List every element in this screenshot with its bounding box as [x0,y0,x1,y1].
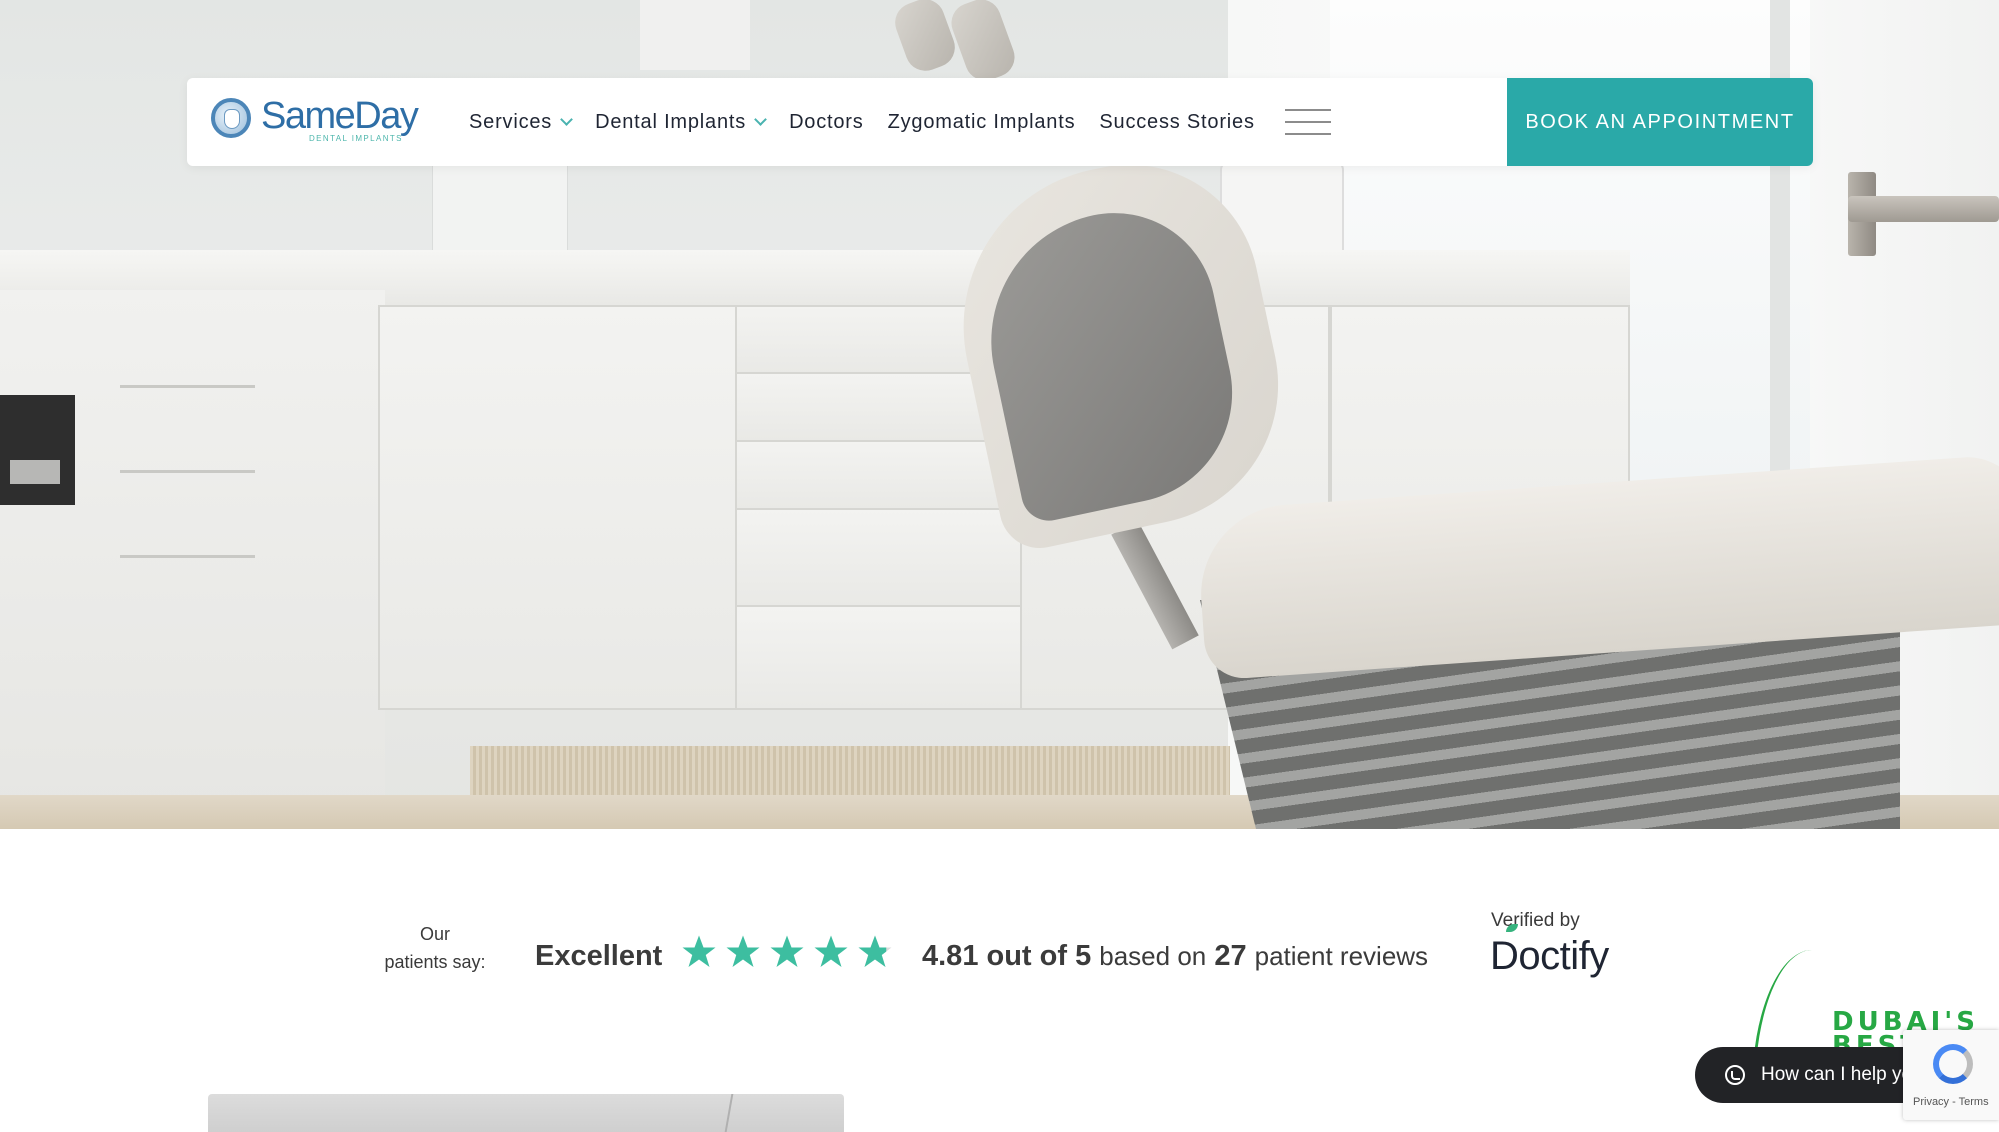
tooth-icon [211,98,251,138]
nav-item-label: Dental Implants [595,110,747,133]
logo-tagline: DENTAL IMPLANTS [309,134,403,143]
star-rating [680,934,900,970]
nav-item-zygomatic-implants[interactable]: Zygomatic Implants [888,111,1076,134]
nav-item-services[interactable]: Services [469,110,573,134]
review-count: 27 [1214,940,1247,972]
nav-item-success-stories[interactable]: Success Stories [1099,111,1254,134]
doctify-logo[interactable]: Doctify [1490,924,1609,979]
star-icon [682,935,716,967]
rating-word: Excellent [535,940,663,972]
book-appointment-button[interactable]: BOOK AN APPOINTMENT [1507,78,1813,166]
star-icon [726,935,760,967]
content-card-image [208,1094,844,1132]
site-header: SameDay DENTAL IMPLANTS Services Dental … [187,78,1813,166]
recaptcha-links[interactable]: Privacy - Terms [1913,1096,1989,1108]
nav-item-dental-implants[interactable]: Dental Implants [595,110,767,134]
nav-item-doctors[interactable]: Doctors [789,111,864,134]
recaptcha-icon [1933,1044,1973,1084]
rating-based-on: based on [1099,941,1207,971]
chevron-down-icon [560,113,573,126]
whatsapp-icon [1725,1065,1745,1085]
logo-wordmark: SameDay [261,95,419,137]
chevron-down-icon [754,113,767,126]
star-icon [814,935,848,967]
nav-item-label: Success Stories [1099,110,1255,133]
nav-item-label: Zygomatic Implants [887,110,1076,133]
review-lead-line2: patients say: [384,952,486,972]
nav-item-label: Services [469,110,553,133]
review-lead: Our patients say: [360,920,510,976]
site-logo[interactable]: SameDay DENTAL IMPLANTS [211,94,421,152]
hamburger-icon[interactable] [1285,109,1331,135]
review-lead-line1: Our [419,924,450,944]
nav-item-label: Doctors [789,110,864,133]
verified-by-label: Verified by [1491,910,1580,931]
review-suffix: patient reviews [1254,941,1429,971]
recaptcha-badge[interactable]: Privacy - Terms [1903,1030,1999,1120]
partial-star-icon [858,935,892,967]
star-icon [770,935,804,967]
review-summary: Our patients say: Excellent 4.81 out of … [0,900,1999,990]
rating-score-line: 4.81 out of 5 based on 27 patient review… [922,940,1428,973]
main-nav: Services Dental Implants Doctors Zygomat… [469,78,1279,166]
rating-score: 4.81 out of 5 [922,940,1092,972]
doctify-wordmark: Doctify [1490,934,1609,978]
